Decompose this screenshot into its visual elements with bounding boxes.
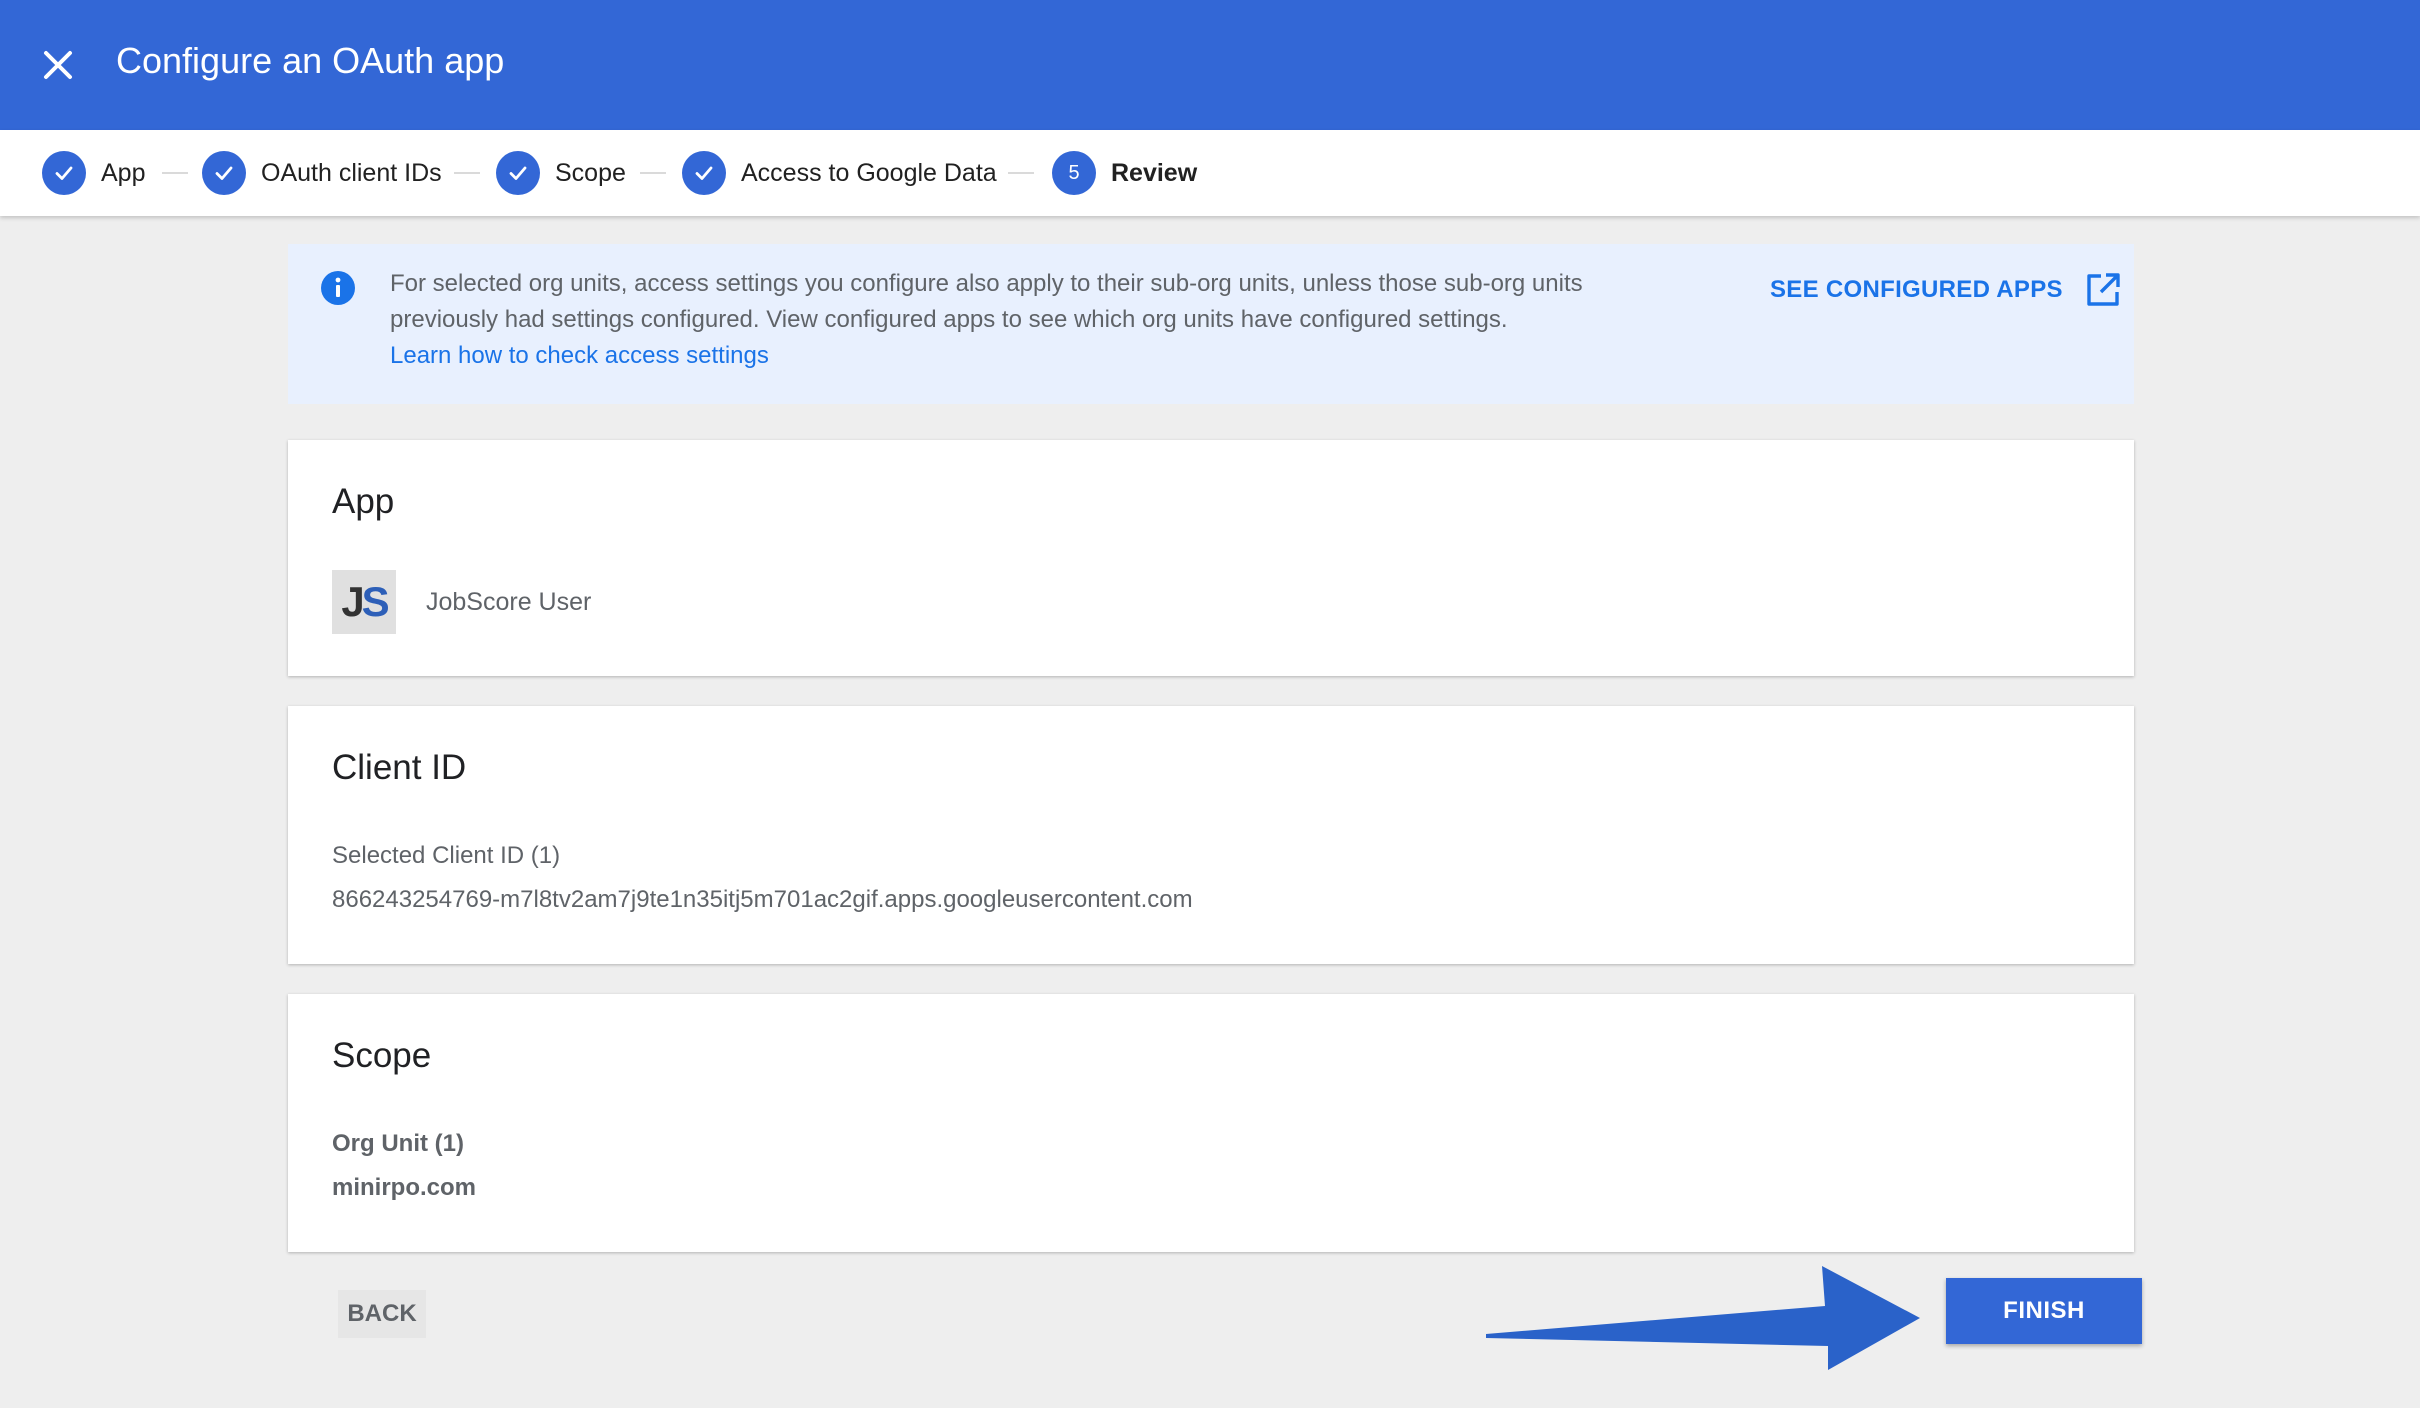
scope-card: Scope Org Unit (1) minirpo.com [288, 994, 2134, 1252]
pointer-arrow-icon [1486, 1266, 1920, 1370]
info-message: For selected org units, access settings … [390, 270, 1583, 333]
client-id-value: 866243254769-m7l8tv2am7j9te1n35itj5m701a… [332, 886, 1193, 913]
app-name: JobScore User [426, 588, 592, 616]
back-button[interactable]: BACK [338, 1290, 426, 1338]
check-icon [496, 151, 540, 195]
learn-access-settings-link[interactable]: Learn how to check access settings [390, 338, 1690, 374]
step-access-to-google-data[interactable]: Access to Google Data [682, 149, 997, 197]
step-label: App [101, 158, 146, 187]
app-logo: JS [332, 570, 396, 634]
org-unit-label: Org Unit (1) [332, 1130, 464, 1157]
check-icon [682, 151, 726, 195]
stepper: App OAuth client IDs Scope Access to Goo… [0, 130, 2420, 216]
check-icon [202, 151, 246, 195]
page-title: Configure an OAuth app [116, 40, 505, 81]
step-connector [640, 172, 666, 174]
step-connector [162, 172, 188, 174]
step-review[interactable]: 5 Review [1052, 149, 1197, 197]
finish-button[interactable]: FINISH [1946, 1278, 2142, 1344]
close-icon[interactable] [38, 45, 78, 85]
step-connector [454, 172, 480, 174]
info-icon [321, 271, 355, 305]
see-configured-apps-label: SEE CONFIGURED APPS [1770, 276, 2063, 303]
step-label: Scope [555, 158, 626, 187]
selected-client-id-label: Selected Client ID (1) [332, 842, 561, 869]
info-banner: For selected org units, access settings … [288, 244, 2134, 404]
see-configured-apps-button[interactable]: SEE CONFIGURED APPS [1770, 272, 2121, 308]
step-oauth-client-ids[interactable]: OAuth client IDs [202, 149, 442, 197]
info-text: For selected org units, access settings … [390, 266, 1690, 374]
step-label: Access to Google Data [741, 158, 997, 187]
client-id-card: Client ID Selected Client ID (1) 8662432… [288, 706, 2134, 964]
open-in-new-icon [2087, 273, 2120, 306]
app-card: App JS JobScore User [288, 440, 2134, 676]
step-label: OAuth client IDs [261, 158, 442, 187]
client-id-card-title: Client ID [332, 748, 467, 787]
step-label: Review [1111, 158, 1198, 187]
step-connector [1008, 172, 1034, 174]
step-app[interactable]: App [42, 149, 145, 197]
step-scope[interactable]: Scope [496, 149, 626, 197]
org-unit-value: minirpo.com [332, 1174, 477, 1201]
scope-card-title: Scope [332, 1036, 432, 1075]
app-header: Configure an OAuth app [0, 0, 2420, 130]
step-number-badge: 5 [1052, 151, 1096, 195]
check-icon [42, 151, 86, 195]
app-card-title: App [332, 482, 395, 521]
